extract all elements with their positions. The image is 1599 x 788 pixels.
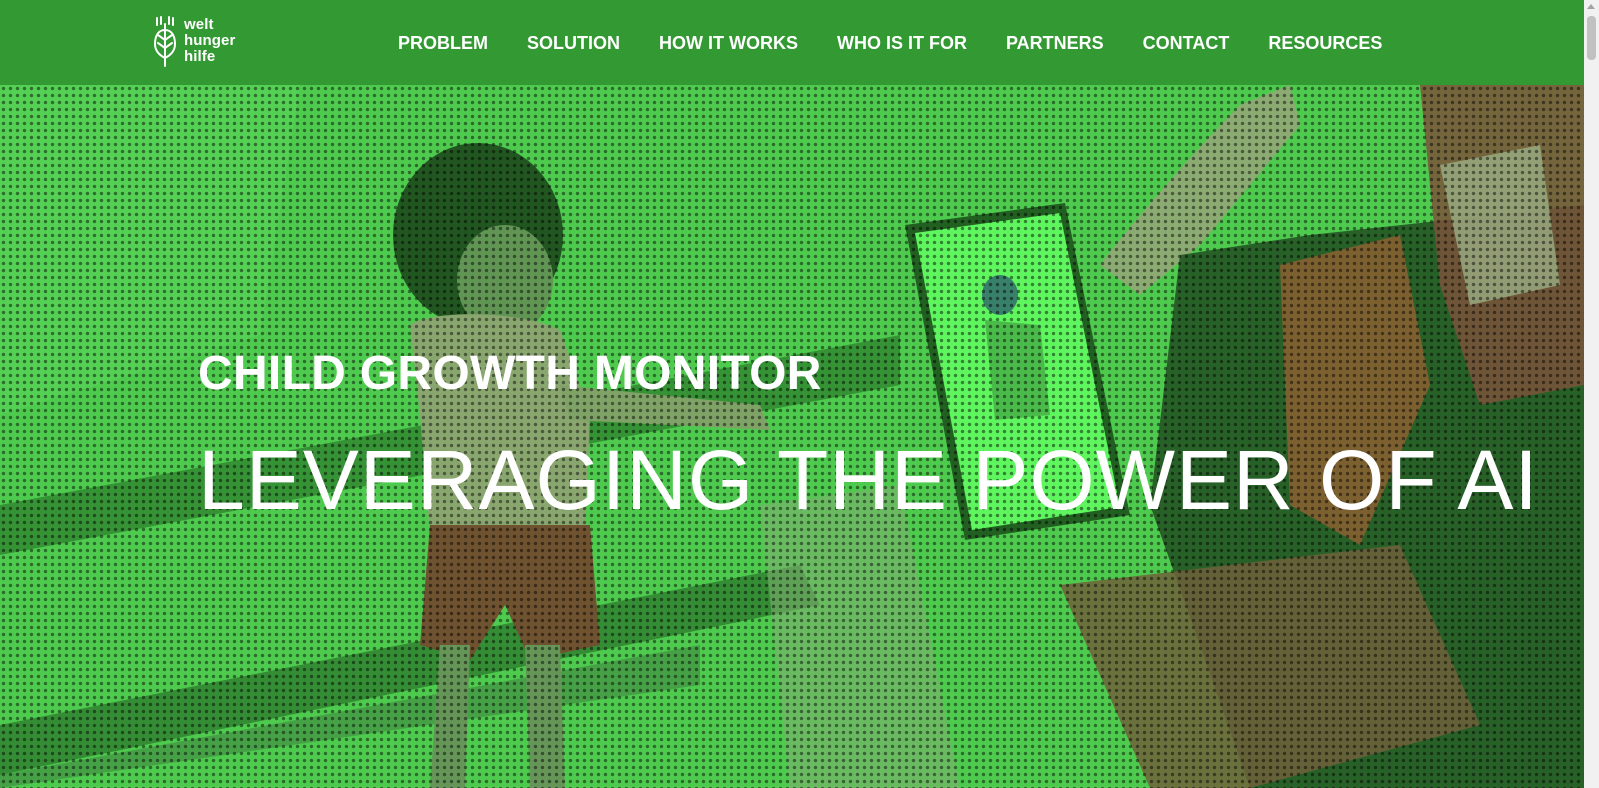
nav-item-how-it-works[interactable]: HOW IT WORKS: [659, 31, 798, 55]
nav-item-who-is-it-for[interactable]: WHO IS IT FOR: [837, 31, 967, 55]
logo-line: hunger: [184, 32, 236, 49]
logo-wordmark: welt hunger hilfe: [184, 17, 235, 65]
wheat-logo-icon: [153, 16, 177, 67]
welthungerhilfe-logo[interactable]: welt hunger hilfe: [152, 16, 235, 68]
scrollbar-thumb[interactable]: [1587, 16, 1596, 60]
nav-item-solution[interactable]: SOLUTION: [527, 31, 620, 55]
main-nav: PROBLEM SOLUTION HOW IT WORKS WHO IS IT …: [398, 31, 1382, 55]
logo-line: welt: [184, 16, 214, 33]
page-scrollbar[interactable]: [1584, 0, 1599, 788]
site-header: welt hunger hilfe PROBLEM SOLUTION HOW I…: [0, 0, 1584, 85]
nav-item-contact[interactable]: CONTACT: [1143, 31, 1230, 55]
nav-item-partners[interactable]: PARTNERS: [1006, 31, 1104, 55]
scroll-up-arrow-icon[interactable]: [1587, 4, 1595, 9]
nav-item-problem[interactable]: PROBLEM: [398, 31, 488, 55]
hero-section: CHILD GROWTH MONITOR LEVERAGING THE POWE…: [0, 85, 1584, 788]
hero-title: LEVERAGING THE POWER OF AI: [198, 433, 1539, 527]
hero-eyebrow: CHILD GROWTH MONITOR: [198, 347, 822, 400]
nav-item-resources[interactable]: RESOURCES: [1268, 31, 1382, 55]
logo-line: hilfe: [184, 48, 216, 65]
